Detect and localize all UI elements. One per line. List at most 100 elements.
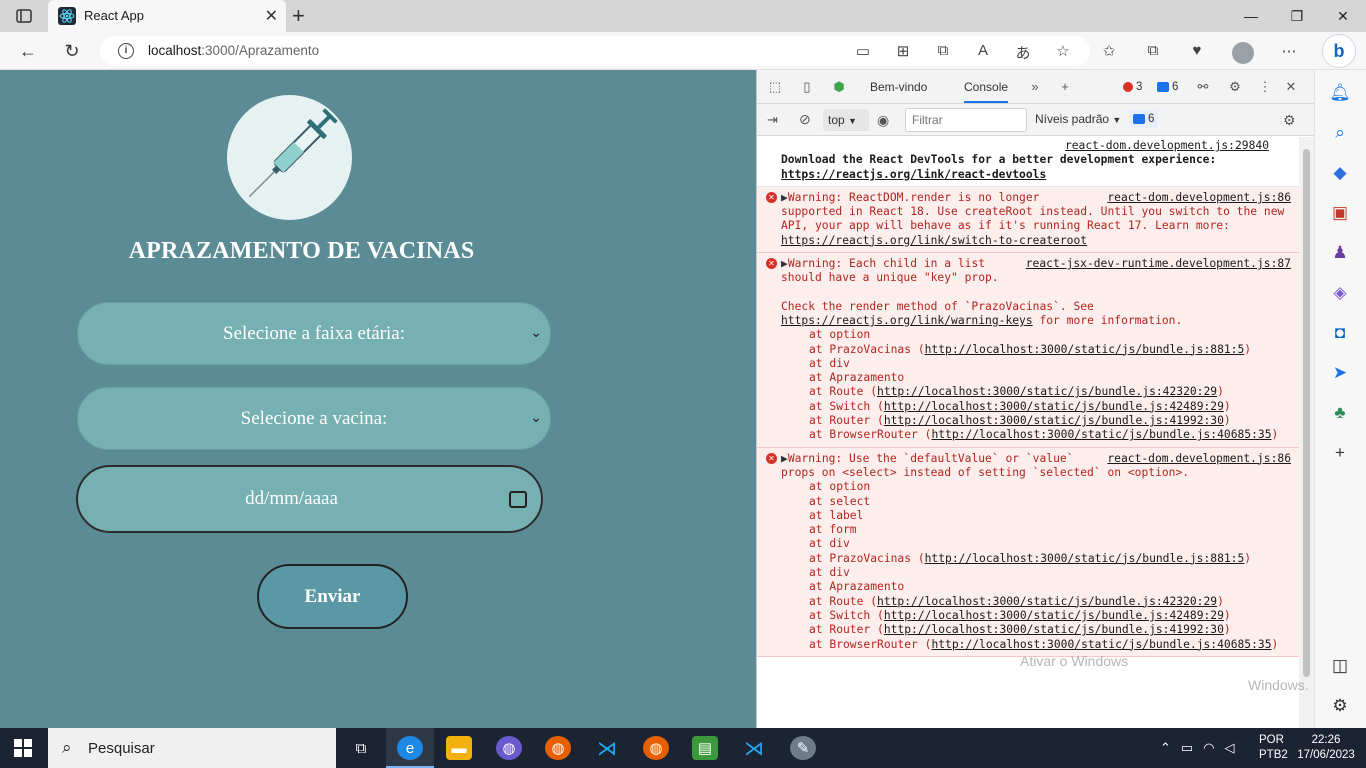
firefox-icon[interactable]: ◍ — [545, 736, 571, 760]
error-count-badge[interactable]: 3 — [1119, 78, 1146, 96]
clock[interactable]: 22:26 17/06/2023 — [1297, 733, 1355, 763]
stack-frame-link[interactable]: http://localhost:3000/static/js/bundle.j… — [925, 343, 1245, 356]
close-devtools-icon[interactable]: ✕ — [1283, 79, 1299, 95]
stack-frame-link[interactable]: http://localhost:3000/static/js/bundle.j… — [931, 638, 1271, 651]
refresh-icon[interactable]: ↻ — [59, 39, 85, 63]
sidebar-toggle-icon[interactable]: ⇥ — [767, 112, 778, 128]
device-emulation-icon[interactable]: ▯ — [799, 79, 815, 95]
vscode-icon[interactable]: ⋊ — [594, 736, 620, 760]
stack-frame-link[interactable]: http://localhost:3000/static/js/bundle.j… — [884, 414, 1224, 427]
stack-frame-link[interactable]: http://localhost:3000/static/js/bundle.j… — [884, 609, 1224, 622]
site-info-icon[interactable]: i — [118, 43, 134, 59]
notifications-bell-icon[interactable]: 🔔︎ — [1329, 82, 1351, 104]
stack-frame-link[interactable]: http://localhost:3000/static/js/bundle.j… — [877, 385, 1217, 398]
performance-icon[interactable]: ♥ — [1188, 42, 1206, 64]
tab-actions-icon[interactable] — [8, 4, 40, 28]
hexagon-icon[interactable]: ⬢ — [831, 79, 847, 95]
new-tab-icon[interactable]: + — [292, 3, 305, 29]
close-window-icon[interactable]: ✕ — [1320, 0, 1366, 32]
extensions-icon[interactable]: ⧉ — [934, 42, 952, 63]
close-tab-icon[interactable]: ✕ — [265, 6, 278, 26]
games-icon[interactable]: ♟ — [1329, 242, 1351, 264]
volume-icon[interactable]: ◁ — [1225, 740, 1235, 756]
taskbar-search[interactable]: ⌕ Pesquisar — [48, 728, 336, 768]
network-icon[interactable]: ⚯ — [1195, 79, 1211, 95]
apps-grid-icon[interactable]: ⊞ — [894, 42, 912, 63]
restore-icon[interactable]: ❐ — [1274, 0, 1320, 32]
vscode-icon-2[interactable]: ⋊ — [741, 736, 767, 760]
file-explorer-icon[interactable]: ▬ — [446, 736, 472, 760]
outlook-icon[interactable]: ◘ — [1329, 322, 1351, 344]
expand-arrow-icon[interactable]: ▶ — [781, 452, 788, 465]
minimize-icon[interactable]: — — [1228, 0, 1274, 32]
back-arrow-icon[interactable]: ← — [15, 39, 41, 63]
send-icon[interactable]: ➤ — [1329, 362, 1351, 384]
search-icon[interactable]: ⌕ — [1329, 122, 1351, 144]
tree-icon[interactable]: ♣ — [1329, 402, 1351, 424]
console-settings-icon[interactable]: ⚙ — [1283, 112, 1296, 129]
issues-badge[interactable]: 6 — [1129, 110, 1159, 128]
stack-frame-link[interactable]: http://localhost:3000/static/js/bundle.j… — [925, 552, 1245, 565]
collections-icon[interactable]: ⧉ — [1144, 42, 1162, 64]
paint-icon[interactable]: ✎ — [790, 736, 816, 760]
profile-avatar[interactable] — [1232, 42, 1254, 64]
log-levels-select[interactable]: Níveis padrão ▼ — [1035, 112, 1121, 126]
more-options-icon[interactable]: ⋮ — [1257, 79, 1273, 95]
message-count-badge[interactable]: 6 — [1153, 78, 1182, 96]
read-aloud-icon[interactable]: A — [974, 42, 992, 63]
message-link[interactable]: https://reactjs.org/link/warning-keys — [781, 314, 1033, 327]
message-source-link[interactable]: react-dom.development.js:86 — [1107, 452, 1291, 466]
shopping-tag-icon[interactable]: ◆ — [1329, 162, 1351, 184]
calendar-icon[interactable] — [509, 491, 527, 508]
app-available-icon[interactable]: ▭ — [854, 42, 872, 63]
vaccine-select[interactable]: Selecione a vacina: ⌄ — [77, 387, 551, 450]
inspect-element-icon[interactable]: ⬚ — [767, 79, 783, 95]
filter-input[interactable]: Filtrar — [905, 108, 1027, 132]
url-text[interactable]: localhost:3000/Aprazamento — [148, 43, 319, 58]
stack-frame-link[interactable]: http://localhost:3000/static/js/bundle.j… — [931, 428, 1271, 441]
firefox-nightly-icon[interactable]: ◍ — [643, 736, 669, 760]
context-select[interactable]: top ▼ — [823, 109, 869, 131]
sidebar-settings-icon[interactable]: ⚙ — [1329, 695, 1351, 717]
battery-icon[interactable]: ▭ — [1181, 740, 1193, 756]
message-source-link[interactable]: react-dom.development.js:29840 — [795, 139, 1291, 153]
clear-console-icon[interactable]: ⊘ — [799, 111, 811, 128]
add-sidebar-icon[interactable]: + — [1329, 442, 1351, 464]
chevron-up-icon[interactable]: ⌃ — [1160, 740, 1171, 756]
more-options-icon[interactable]: ⋯ — [1280, 42, 1298, 64]
message-link[interactable]: https://reactjs.org/link/switch-to-creat… — [781, 234, 1087, 247]
submit-button[interactable]: Enviar — [257, 564, 408, 629]
message-source-link[interactable]: react-jsx-dev-runtime.development.js:87 — [1026, 257, 1291, 271]
stack-frame-link[interactable]: http://localhost:3000/static/js/bundle.j… — [884, 400, 1224, 413]
add-tab-icon[interactable]: + — [1057, 79, 1073, 95]
favorites-icon[interactable]: ✩ — [1100, 42, 1118, 64]
more-tabs-icon[interactable]: » — [1027, 79, 1043, 95]
edge-browser-icon[interactable]: e — [397, 736, 423, 760]
language-indicator[interactable]: POR PTB2 — [1259, 733, 1288, 763]
expand-arrow-icon[interactable]: ▶ — [781, 191, 788, 204]
spreadsheet-app-icon[interactable]: ▤ — [692, 736, 718, 760]
expand-arrow-icon[interactable]: ▶ — [781, 257, 788, 270]
microsoft-365-icon[interactable]: ◈ — [1329, 282, 1351, 304]
message-link[interactable]: https://reactjs.org/link/react-devtools — [781, 168, 1046, 181]
windows-start-icon[interactable] — [14, 739, 32, 757]
tab-react-app[interactable]: React App ✕ — [48, 0, 286, 32]
bing-chat-icon[interactable]: b — [1322, 34, 1356, 68]
stack-frame-link[interactable]: http://localhost:3000/static/js/bundle.j… — [877, 595, 1217, 608]
favorite-star-icon[interactable]: ☆ — [1054, 42, 1072, 63]
tab-welcome[interactable]: Bem-vindo — [870, 80, 927, 94]
stack-frame-link[interactable]: http://localhost:3000/static/js/bundle.j… — [884, 623, 1224, 636]
message-source-link[interactable]: react-dom.development.js:86 — [1107, 191, 1291, 205]
address-bar[interactable]: i localhost:3000/Aprazamento ▭ ⊞ ⧉ A あ ☆ — [100, 36, 1090, 66]
tab-console[interactable]: Console — [964, 80, 1009, 103]
settings-gear-icon[interactable]: ⚙ — [1227, 79, 1243, 95]
wifi-icon[interactable]: ◠ — [1203, 740, 1214, 756]
live-expression-eye-icon[interactable]: ◉ — [877, 112, 889, 129]
console-scrollbar[interactable] — [1299, 137, 1314, 728]
translate-icon[interactable]: あ — [1014, 42, 1032, 63]
scrollbar-thumb[interactable] — [1303, 149, 1310, 677]
tools-briefcase-icon[interactable]: ▣ — [1329, 202, 1351, 224]
sidebar-layout-icon[interactable]: ◫ — [1329, 655, 1351, 677]
task-view-icon[interactable]: ⧉ — [348, 736, 374, 760]
firefox-developer-icon[interactable]: ◍ — [496, 736, 522, 760]
